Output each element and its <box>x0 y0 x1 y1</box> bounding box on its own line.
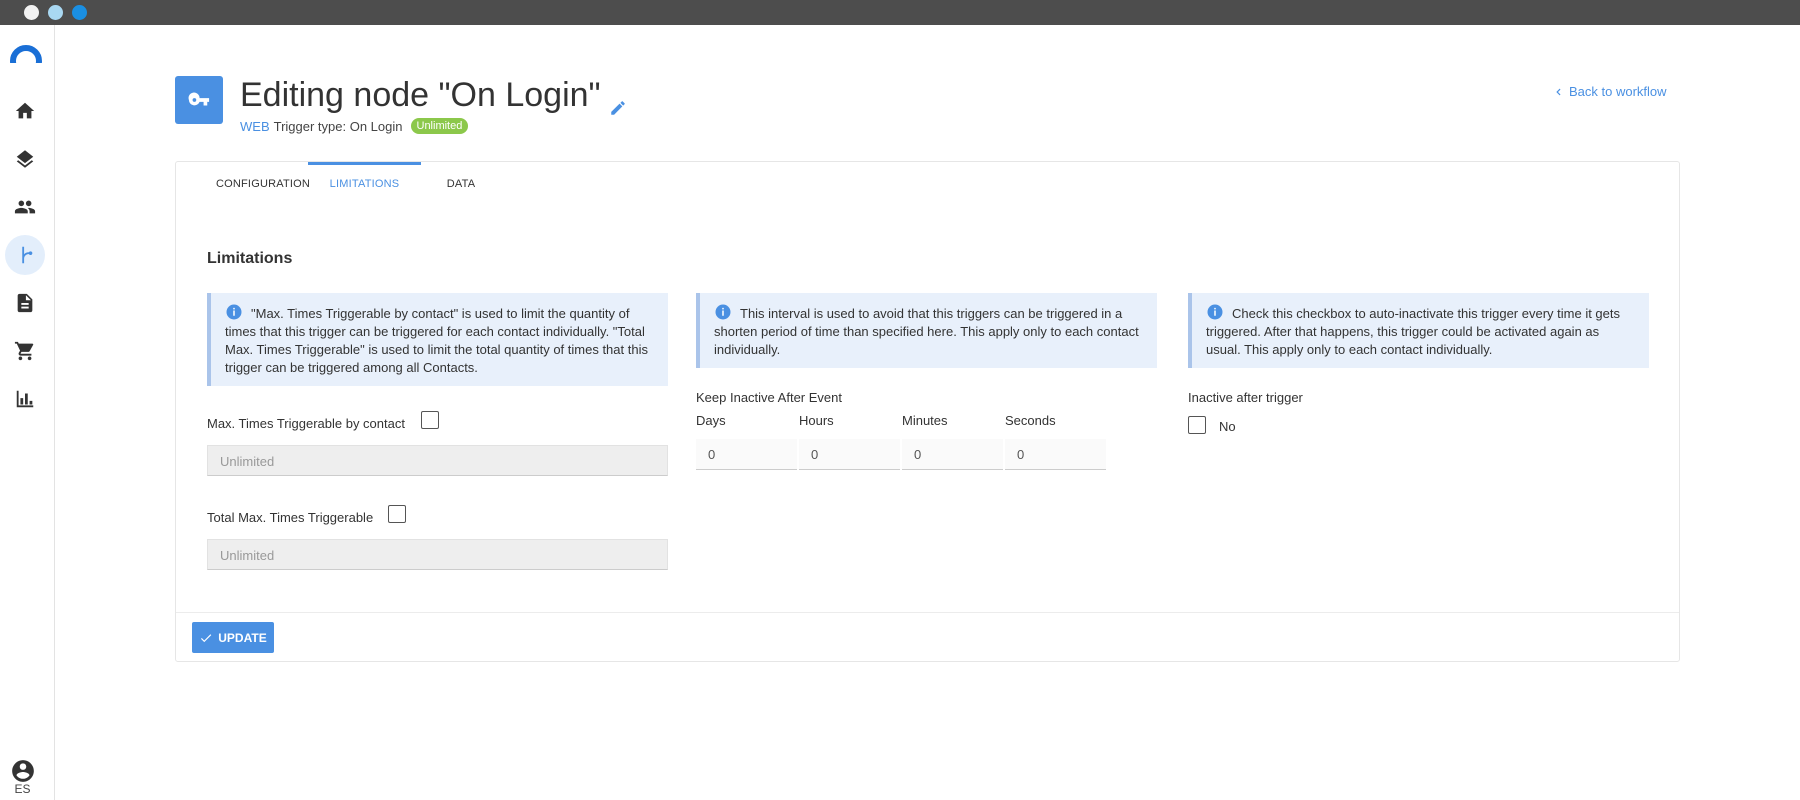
hours-input[interactable]: 0 <box>799 439 900 470</box>
window-titlebar <box>0 0 1800 25</box>
language-selector[interactable]: ES <box>0 782 45 796</box>
info-icon <box>225 303 243 321</box>
window-close-dot[interactable] <box>24 5 39 20</box>
info-icon <box>714 303 732 321</box>
document-icon <box>17 293 33 313</box>
sidebar-item-contacts[interactable] <box>5 187 45 227</box>
web-link[interactable]: WEB <box>240 119 270 134</box>
back-to-workflow-link[interactable]: Back to workflow <box>1553 84 1667 99</box>
sidebar-item-workflows[interactable] <box>5 235 45 275</box>
window-minimize-dot[interactable] <box>48 5 63 20</box>
home-icon <box>15 102 35 119</box>
sidebar: ES <box>0 25 55 800</box>
card-footer-divider <box>176 612 1679 613</box>
sidebar-item-reports[interactable] <box>5 379 45 419</box>
check-icon <box>201 633 212 642</box>
hours-label: Hours <box>799 413 834 428</box>
minutes-input[interactable]: 0 <box>902 439 1003 470</box>
update-button-label: UPDATE <box>218 630 267 645</box>
inactive-after-trigger-label: Inactive after trigger <box>1188 390 1303 405</box>
tab-bar: CONFIGURATION LIMITATIONS DATA <box>176 162 1679 206</box>
editor-card: CONFIGURATION LIMITATIONS DATA Limitatio… <box>175 161 1680 662</box>
days-label: Days <box>696 413 726 428</box>
total-max-label: Total Max. Times Triggerable <box>207 510 374 525</box>
cart-icon <box>14 341 34 361</box>
seconds-input[interactable]: 0 <box>1005 439 1106 470</box>
total-max-checkbox[interactable] <box>388 505 406 523</box>
app-logo[interactable] <box>10 45 42 63</box>
max-by-contact-label: Max. Times Triggerable by contact <box>207 416 405 431</box>
page-title: Editing node "On Login" <box>240 76 627 115</box>
trigger-type-text: Trigger type: On Login <box>273 118 403 134</box>
update-button[interactable]: UPDATE <box>192 622 274 653</box>
tab-limitations[interactable]: LIMITATIONS <box>308 162 421 206</box>
unlimited-badge: Unlimited <box>410 118 469 134</box>
info-box-max-times: "Max. Times Triggerable by contact" is u… <box>207 293 668 386</box>
info-icon <box>1206 303 1224 321</box>
inactive-value-label: No <box>1219 419 1236 434</box>
info-box-inactive: Check this checkbox to auto-inactivate t… <box>1188 293 1649 368</box>
window-maximize-dot[interactable] <box>72 5 87 20</box>
back-link-label: Back to workflow <box>1569 84 1667 99</box>
sidebar-item-documents[interactable] <box>5 283 45 323</box>
edit-pencil-icon[interactable] <box>609 87 627 115</box>
seconds-label: Seconds <box>1005 413 1056 428</box>
info-text-interval: This interval is used to avoid that this… <box>714 306 1139 357</box>
max-by-contact-checkbox[interactable] <box>421 411 439 429</box>
sidebar-item-shop[interactable] <box>5 331 45 371</box>
info-box-interval: This interval is used to avoid that this… <box>696 293 1157 368</box>
chart-icon <box>16 390 34 408</box>
info-text-inactive: Check this checkbox to auto-inactivate t… <box>1206 306 1621 357</box>
layers-icon <box>16 150 34 168</box>
node-subtitle: WEB Trigger type: On Login Unlimited <box>240 118 469 134</box>
section-title: Limitations <box>207 250 293 267</box>
minutes-label: Minutes <box>902 413 948 428</box>
sidebar-item-home[interactable] <box>5 91 45 131</box>
inactive-after-trigger-checkbox[interactable] <box>1188 416 1206 434</box>
user-account-icon[interactable] <box>10 758 36 784</box>
total-max-input: Unlimited <box>207 539 668 570</box>
workflow-icon <box>22 246 33 264</box>
page-title-text: Editing node "On Login" <box>240 76 601 114</box>
trigger-key-icon <box>175 76 223 124</box>
info-text-max-times: "Max. Times Triggerable by contact" is u… <box>225 306 648 375</box>
people-icon <box>14 200 36 214</box>
tab-data[interactable]: DATA <box>431 162 491 206</box>
keep-inactive-label: Keep Inactive After Event <box>696 390 842 405</box>
chevron-left-icon <box>1556 88 1561 95</box>
max-by-contact-input: Unlimited <box>207 445 668 476</box>
sidebar-item-layers[interactable] <box>5 139 45 179</box>
days-input[interactable]: 0 <box>696 439 797 470</box>
